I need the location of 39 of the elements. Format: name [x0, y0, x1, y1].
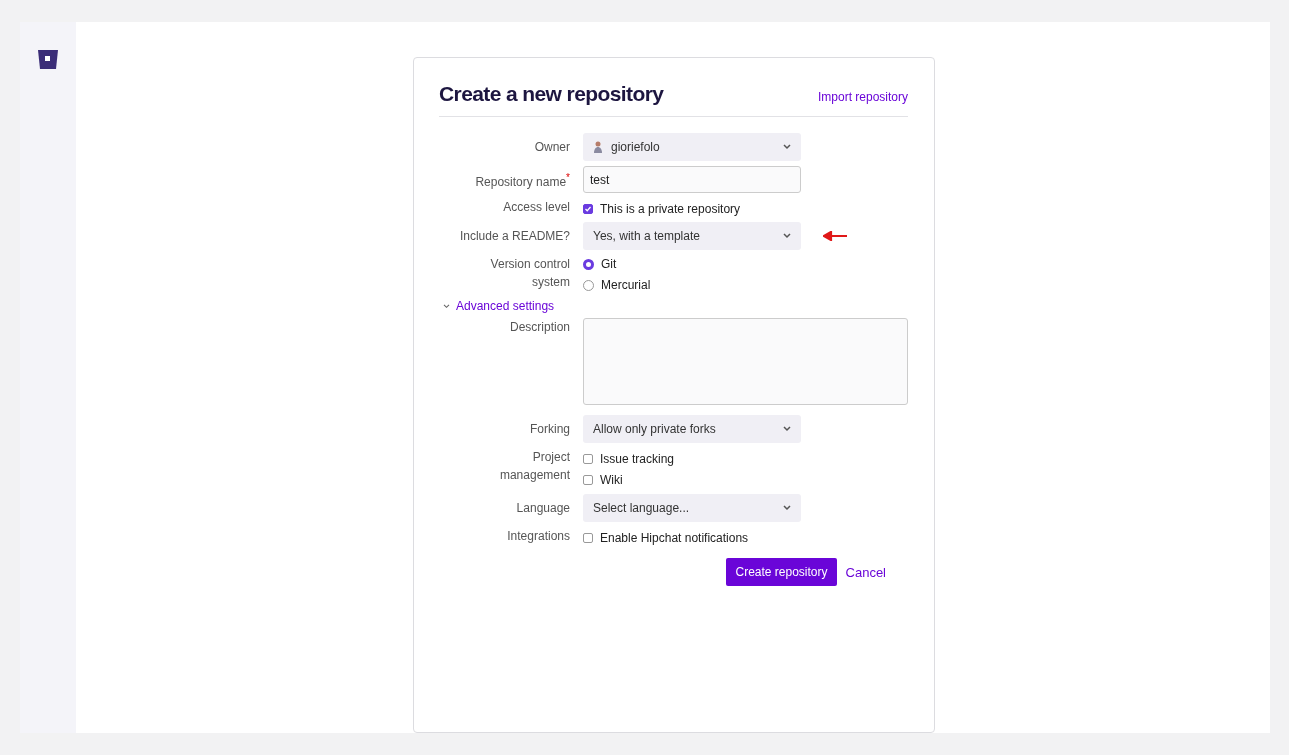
field-label: Access level: [503, 199, 570, 216]
radio-button[interactable]: [583, 258, 594, 270]
checkbox-option[interactable]: This is a private repository: [583, 201, 908, 217]
logo-icon: [38, 50, 58, 69]
checkbox-option[interactable]: Issue tracking: [583, 451, 908, 467]
description-textarea[interactable]: [583, 318, 908, 405]
field-label: Language: [516, 500, 570, 517]
checkbox[interactable]: [583, 475, 593, 485]
chevron-down-icon: [783, 505, 791, 511]
field-label: Repository name$^{*}$: [475, 170, 570, 191]
field-label: Owner: [534, 139, 570, 156]
checkbox[interactable]: [583, 204, 593, 214]
create-repository-button[interactable]: Create repository: [726, 558, 837, 586]
field-label: Version control system: [490, 256, 570, 291]
field-label: Integrations: [507, 528, 570, 545]
text-input[interactable]: test: [583, 166, 801, 193]
advanced-settings-toggle[interactable]: Advanced settings: [443, 299, 908, 313]
dropdown[interactable]: Yes, with a template: [583, 222, 801, 250]
radio-button[interactable]: [583, 279, 594, 291]
radio-option[interactable]: Git: [583, 256, 908, 272]
radio-option[interactable]: Mercurial: [583, 277, 908, 293]
dropdown[interactable]: Select language...: [583, 494, 801, 522]
import-repository-link[interactable]: Import repository: [817, 90, 908, 104]
chevron-down-icon: [783, 233, 791, 239]
field-label: Description: [509, 319, 570, 336]
page-title: Create a new repository: [439, 82, 664, 106]
chevron-icon: [443, 303, 450, 309]
chevron-down-icon: [783, 144, 791, 150]
checkbox[interactable]: [583, 533, 593, 543]
dropdown[interactable]: gioriefolo: [583, 133, 801, 161]
checkbox-option[interactable]: Enable Hipchat notifications: [583, 530, 908, 546]
cancel-link[interactable]: Cancel: [845, 564, 886, 580]
field-label: Forking: [530, 421, 570, 438]
field-label: Include a README?: [459, 228, 570, 245]
chevron-down-icon: [783, 426, 791, 432]
dropdown[interactable]: Allow only private forks: [583, 415, 801, 443]
field-label: Project management: [499, 449, 570, 484]
checkbox[interactable]: [583, 454, 593, 464]
checkbox-option[interactable]: Wiki: [583, 472, 908, 488]
